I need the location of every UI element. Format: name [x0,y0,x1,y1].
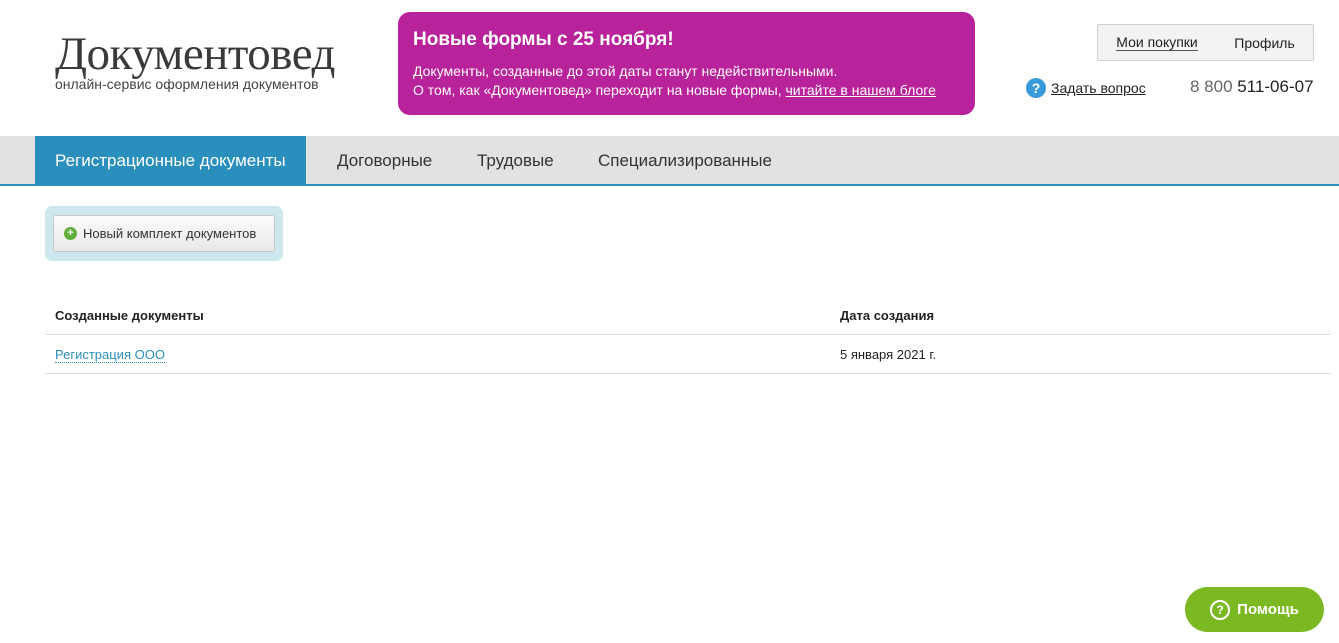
column-header-date: Дата создания [840,308,935,323]
my-purchases-link[interactable]: Мои покупки [1116,34,1198,51]
promo-blog-link[interactable]: читайте в нашем блоге [785,82,935,98]
profile-link[interactable]: Профиль [1234,35,1294,51]
header: Документовед онлайн-сервис оформления до… [0,0,1339,136]
promo-line-2-text: О том, как «Документовед» переходит на н… [413,82,786,98]
tab-labor-documents[interactable]: Трудовые [457,136,574,186]
new-doc-panel: + Новый комплект документов [45,206,283,261]
documents-table: Созданные документы Дата создания Регист… [45,296,1331,374]
new-document-set-button[interactable]: + Новый комплект документов [53,215,275,252]
document-cell: Регистрация ООО [55,335,165,374]
promo-banner: Новые формы с 25 ноября! Документы, созд… [398,12,975,115]
phone-number: 8 800 511-06-07 [1190,77,1314,97]
phone-prefix: 8 800 [1190,77,1233,96]
promo-line-2: О том, как «Документовед» переходит на н… [413,81,960,100]
ask-question[interactable]: ? Задать вопрос [1026,78,1146,98]
logo-title[interactable]: Документовед [55,28,335,80]
phone-main: 511-06-07 [1237,77,1314,96]
tab-contract-documents[interactable]: Договорные [317,136,452,186]
table-header-row: Созданные документы Дата создания [45,296,1331,335]
help-label: Помощь [1237,601,1299,618]
tab-registration-documents[interactable]: Регистрационные документы [35,136,306,186]
help-button[interactable]: ? Помощь [1185,587,1324,632]
main-nav: Регистрационные документы Договорные Тру… [0,136,1339,186]
table-row: Регистрация ООО 5 января 2021 г. [45,335,1331,374]
promo-title: Новые формы с 25 ноября! [413,29,674,50]
date-cell: 5 января 2021 г. [840,347,937,362]
logo-subtitle: онлайн-сервис оформления документов [55,76,319,92]
logo[interactable]: Документовед онлайн-сервис оформления до… [55,28,335,92]
plus-circle-icon: + [64,227,77,240]
tab-specialized-documents[interactable]: Специализированные [578,136,792,186]
column-header-documents: Созданные документы [55,308,204,323]
user-menu: Мои покупки Профиль [1097,24,1314,61]
document-link[interactable]: Регистрация ООО [55,347,165,363]
ask-question-link[interactable]: Задать вопрос [1051,80,1146,96]
question-circle-icon: ? [1026,78,1046,98]
question-circle-icon: ? [1210,599,1231,620]
new-document-set-label: Новый комплект документов [83,226,257,241]
promo-line-1: Документы, созданные до этой даты станут… [413,63,838,79]
